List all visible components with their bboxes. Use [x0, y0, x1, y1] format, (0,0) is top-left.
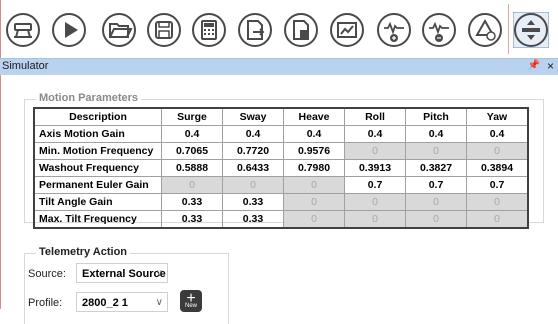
- parameter-cell[interactable]: 0.5888: [161, 159, 223, 177]
- table-row: Min. Motion Frequency 0.7065 0.7720 0.9576 0…: [33, 142, 529, 160]
- vertical-move-icon: [513, 12, 549, 48]
- parameter-cell[interactable]: 0.7: [466, 176, 529, 194]
- parameter-cell[interactable]: 0.7720: [222, 142, 284, 160]
- triangle-refresh-button[interactable]: [467, 12, 503, 48]
- column-header: Pitch: [405, 107, 467, 126]
- column-header: Yaw: [466, 107, 529, 126]
- source-label: Source:: [28, 268, 66, 280]
- column-header: Heave: [283, 107, 345, 126]
- parameter-cell[interactable]: 0.33: [161, 193, 223, 211]
- parameter-cell[interactable]: 0.3894: [466, 159, 529, 177]
- column-header: Description: [33, 107, 162, 126]
- parameter-cell[interactable]: 0.33: [222, 193, 284, 211]
- chart-icon: [330, 13, 364, 47]
- profile-select[interactable]: 2800_2 1 ∨: [76, 292, 168, 312]
- play-icon: [52, 13, 86, 47]
- row-label: Permanent Euler Gain: [33, 176, 162, 194]
- parameter-cell: 0: [283, 176, 345, 194]
- motion-rig-icon: [6, 13, 40, 47]
- profile-value: 2800_2 1: [82, 297, 128, 309]
- column-header: Surge: [161, 107, 223, 126]
- parameter-cell[interactable]: 0.4: [222, 125, 284, 143]
- source-value: External Source: [82, 268, 166, 280]
- parameter-cell: 0: [344, 193, 406, 211]
- parameter-cell: 0: [283, 193, 345, 211]
- parameter-cell: 0: [405, 142, 467, 160]
- vertical-move-button[interactable]: [513, 12, 549, 48]
- parameter-cell: 0: [222, 176, 284, 194]
- parameter-cell[interactable]: 0.4: [466, 125, 529, 143]
- parameter-cell: 0: [405, 210, 467, 229]
- motion-parameters-table: Description Surge Sway Heave Roll Pitch Yaw Ax…: [33, 107, 529, 229]
- waveform-add-icon: [377, 13, 411, 47]
- simulator-titlebar: Simulator 📌 ×: [0, 58, 558, 76]
- table-row: Tilt Angle Gain 0.33 0.33 0 0 0 0: [33, 193, 529, 211]
- parameter-cell[interactable]: 0.4: [405, 125, 467, 143]
- toolbar: [0, 0, 558, 58]
- parameter-cell[interactable]: 0.3913: [344, 159, 406, 177]
- row-label: Washout Frequency: [33, 159, 162, 177]
- row-label: Max. Tilt Frequency: [33, 210, 162, 229]
- parameter-cell: 0: [466, 142, 529, 160]
- motion-rig-button[interactable]: [5, 12, 41, 48]
- save-document-button[interactable]: [283, 12, 319, 48]
- parameter-cell: 0: [466, 210, 529, 229]
- play-button[interactable]: [51, 12, 87, 48]
- export-icon: [238, 13, 272, 47]
- add-profile-button-label: New: [184, 303, 197, 309]
- row-label: Axis Motion Gain: [33, 125, 162, 143]
- row-label: Min. Motion Frequency: [33, 142, 162, 160]
- parameter-cell[interactable]: 0.7: [405, 176, 467, 194]
- parameter-cell[interactable]: 0.7065: [161, 142, 223, 160]
- parameter-cell[interactable]: 0.33: [222, 210, 284, 229]
- column-header: Roll: [344, 107, 406, 126]
- parameter-cell[interactable]: 0.7980: [283, 159, 345, 177]
- parameter-cell[interactable]: 0.7: [344, 176, 406, 194]
- row-label: Tilt Angle Gain: [33, 193, 162, 211]
- chevron-down-icon: ∨: [155, 297, 163, 308]
- table-row: Axis Motion Gain 0.4 0.4 0.4 0.4 0.4 0.4: [33, 125, 529, 143]
- waveform-remove-icon: [422, 13, 456, 47]
- table-row: Permanent Euler Gain 0 0 0 0.7 0.7 0.7: [33, 176, 529, 194]
- chart-button[interactable]: [329, 12, 365, 48]
- calculator-button[interactable]: [191, 12, 227, 48]
- save-button[interactable]: [146, 12, 182, 48]
- profile-label: Profile:: [28, 297, 63, 309]
- parameter-cell: 0: [344, 210, 406, 229]
- export-button[interactable]: [237, 12, 273, 48]
- close-icon[interactable]: ×: [547, 59, 554, 73]
- triangle-refresh-icon: [468, 13, 502, 47]
- parameter-cell: 0: [344, 142, 406, 160]
- parameter-cell: 0: [466, 193, 529, 211]
- parameter-cell: 0: [405, 193, 467, 211]
- save-document-icon: [284, 13, 318, 47]
- parameter-cell[interactable]: 0.6433: [222, 159, 284, 177]
- table-header-row: Description Surge Sway Heave Roll Pitch Yaw: [33, 107, 529, 126]
- waveform-add-button[interactable]: [376, 12, 412, 48]
- waveform-remove-button[interactable]: [421, 12, 457, 48]
- parameter-cell[interactable]: 0.4: [344, 125, 406, 143]
- column-header: Sway: [222, 107, 284, 126]
- table-row: Washout Frequency 0.5888 0.6433 0.7980 0.391…: [33, 159, 529, 177]
- parameter-cell[interactable]: 0.9576: [283, 142, 345, 160]
- open-folder-button[interactable]: [101, 12, 137, 48]
- parameter-cell[interactable]: 0.4: [161, 125, 223, 143]
- calculator-icon: [192, 13, 226, 47]
- parameter-cell[interactable]: 0.4: [283, 125, 345, 143]
- parameter-cell[interactable]: 0.33: [161, 210, 223, 229]
- parameter-cell: 0: [283, 210, 345, 229]
- source-select[interactable]: External Source ∨: [76, 263, 168, 283]
- toolbar-separator: [508, 4, 509, 54]
- parameter-cell[interactable]: 0.3827: [405, 159, 467, 177]
- open-folder-icon: [102, 13, 136, 47]
- chevron-down-icon: ∨: [155, 268, 163, 279]
- table-row: Max. Tilt Frequency 0.33 0.33 0 0 0 0: [33, 210, 529, 229]
- window-title: Simulator: [2, 60, 49, 72]
- save-icon: [147, 13, 181, 47]
- telemetry-action-title: Telemetry Action: [36, 246, 131, 258]
- pin-icon[interactable]: 📌: [528, 60, 540, 71]
- motion-parameters-title: Motion Parameters: [36, 92, 142, 104]
- parameter-cell: 0: [161, 176, 223, 194]
